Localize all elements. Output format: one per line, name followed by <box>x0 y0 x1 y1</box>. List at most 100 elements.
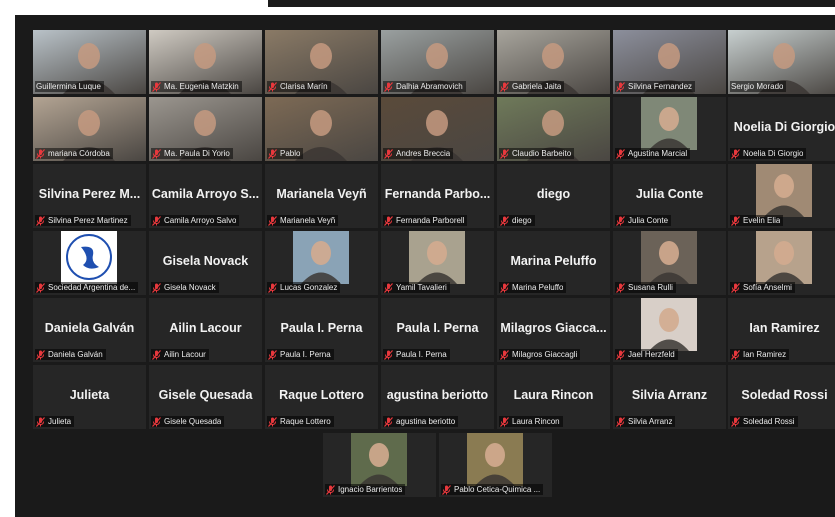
participant-tile[interactable]: Fernanda Parbo... Fernanda Parborell <box>381 164 494 228</box>
participant-tile[interactable]: Clarisa Marín <box>265 30 378 94</box>
participant-name: Sofía Anselmi <box>743 283 792 292</box>
participant-tile[interactable]: Marianela Veyñ Marianela Veyñ <box>265 164 378 228</box>
participant-tile[interactable]: Sergio Morado <box>728 30 835 94</box>
participant-tile[interactable]: Susana Rulli <box>613 231 726 295</box>
participant-name: Julia Conte <box>628 216 669 225</box>
participant-name: Susana Rulli <box>628 283 673 292</box>
participant-name-label: Milagros Giaccagli <box>499 349 581 360</box>
microphone-muted-icon <box>384 416 393 427</box>
participant-tile[interactable]: mariana Córdoba <box>33 97 146 161</box>
participant-name-label: Jael Herzfeld <box>615 349 678 360</box>
microphone-muted-icon <box>616 215 625 226</box>
participant-name: Gabriela Jaita <box>512 82 562 91</box>
participant-name: Silvina Fernandez <box>628 82 693 91</box>
participant-tile[interactable]: Gabriela Jaita <box>497 30 610 94</box>
participant-name: Marina Peluffo <box>512 283 564 292</box>
participant-display-name: Silvia Arranz <box>631 388 708 402</box>
participant-name: Paula I. Perna <box>280 350 331 359</box>
participant-name: Claudio Barbeito <box>512 149 572 158</box>
participant-name: Fernanda Parborell <box>396 216 465 225</box>
participant-tile[interactable]: Ma. Paula Di Yorio <box>149 97 262 161</box>
profile-picture <box>641 97 697 150</box>
participant-display-name: diego <box>536 187 571 201</box>
microphone-muted-icon <box>616 81 625 92</box>
participant-tile[interactable]: Claudio Barbeito <box>497 97 610 161</box>
participant-tile[interactable]: Silvia Arranz Silvia Arranz <box>613 365 726 429</box>
participant-name: Julieta <box>48 417 72 426</box>
participant-name: Lucas Gonzalez <box>280 283 338 292</box>
participant-tile[interactable]: Laura Rincon Laura Rincon <box>497 365 610 429</box>
participant-tile[interactable]: diego diego <box>497 164 610 228</box>
participant-tile[interactable]: Silvina Perez M... Silvina Perez Martinez <box>33 164 146 228</box>
microphone-muted-icon <box>268 349 277 360</box>
participant-tile[interactable]: agustina beriotto agustina beriotto <box>381 365 494 429</box>
participant-tile[interactable]: Lucas Gonzalez <box>265 231 378 295</box>
microphone-muted-icon <box>384 148 393 159</box>
microphone-muted-icon <box>326 484 335 495</box>
participant-tile[interactable]: Paula I. Perna Paula I. Perna <box>265 298 378 362</box>
participant-tile[interactable]: Ignacio Barrientos <box>323 433 436 497</box>
participant-name: Paula I. Perna <box>396 350 447 359</box>
microphone-muted-icon <box>500 349 509 360</box>
previous-window-strip <box>268 0 835 7</box>
participant-tile[interactable]: Sofía Anselmi <box>728 231 835 295</box>
participant-tile[interactable]: Gisele Quesada Gisele Quesada <box>149 365 262 429</box>
participant-tile[interactable]: Julia Conte Julia Conte <box>613 164 726 228</box>
participant-name-label: Soledad Rossi <box>730 416 798 427</box>
participant-name: Ian Ramirez <box>743 350 787 359</box>
microphone-muted-icon <box>384 282 393 293</box>
participant-name-label: Camila Arroyo Salvo <box>151 215 240 226</box>
participant-name: Raque Lottero <box>280 417 331 426</box>
participant-name: agustina beriotto <box>396 417 456 426</box>
participant-name-label: Fernanda Parborell <box>383 215 468 226</box>
participant-name: Soledad Rossi <box>743 417 795 426</box>
participant-tile[interactable]: Evelin Elia <box>728 164 835 228</box>
participant-tile[interactable]: Pablo Cetica-Quimica ... <box>439 433 552 497</box>
participant-name-label: Dalhia Abramovich <box>383 81 466 92</box>
participant-tile[interactable]: Dalhia Abramovich <box>381 30 494 94</box>
participant-tile[interactable]: Andres Breccia <box>381 97 494 161</box>
participant-tile[interactable]: Yamil Tavalieri <box>381 231 494 295</box>
participant-name-label: mariana Córdoba <box>35 148 113 159</box>
participant-display-name: agustina beriotto <box>386 388 489 402</box>
microphone-muted-icon <box>731 215 740 226</box>
microphone-muted-icon <box>152 215 161 226</box>
participant-tile[interactable]: Ian Ramirez Ian Ramirez <box>728 298 835 362</box>
participant-display-name: Ian Ramirez <box>749 321 820 335</box>
microphone-muted-icon <box>731 282 740 293</box>
participant-tile[interactable]: Soledad Rossi Soledad Rossi <box>728 365 835 429</box>
participant-tile[interactable]: Silvina Fernandez <box>613 30 726 94</box>
microphone-muted-icon <box>152 148 161 159</box>
participant-tile[interactable]: Daniela Galván Daniela Galván <box>33 298 146 362</box>
microphone-muted-icon <box>36 416 45 427</box>
microphone-muted-icon <box>500 215 509 226</box>
participant-tile[interactable]: Noelia Di Giorgio Noelia Di Giorgio <box>728 97 835 161</box>
organization-logo <box>61 231 117 284</box>
participant-name-label: Julia Conte <box>615 215 672 226</box>
participant-tile[interactable]: Agustina Marcial <box>613 97 726 161</box>
participant-name: Laura Rincon <box>512 417 560 426</box>
participant-display-name: Gisela Novack <box>162 254 249 268</box>
participant-tile[interactable]: Marina Peluffo Marina Peluffo <box>497 231 610 295</box>
microphone-muted-icon <box>731 148 740 159</box>
participant-tile[interactable]: Ailin Lacour Ailin Lacour <box>149 298 262 362</box>
participant-tile[interactable]: Sociedad Argentina de... <box>33 231 146 295</box>
participant-tile[interactable]: Julieta Julieta <box>33 365 146 429</box>
microphone-muted-icon <box>152 416 161 427</box>
participant-tile[interactable]: Guillermina Luque <box>33 30 146 94</box>
participant-tile[interactable]: Milagros Giacca... Milagros Giaccagli <box>497 298 610 362</box>
participant-tile[interactable]: Gisela Novack Gisela Novack <box>149 231 262 295</box>
participant-name-label: Sergio Morado <box>730 81 787 92</box>
participant-name-label: Silvina Fernandez <box>615 81 696 92</box>
participant-display-name: Ailin Lacour <box>169 321 242 335</box>
participant-tile[interactable]: Camila Arroyo S... Camila Arroyo Salvo <box>149 164 262 228</box>
participant-tile[interactable]: Pablo <box>265 97 378 161</box>
microphone-muted-icon <box>152 349 161 360</box>
participant-tile[interactable]: Jael Herzfeld <box>613 298 726 362</box>
participant-tile[interactable]: Raque Lottero Raque Lottero <box>265 365 378 429</box>
participant-tile[interactable]: Paula I. Perna Paula I. Perna <box>381 298 494 362</box>
participant-tile[interactable]: Ma. Eugenia Matzkin <box>149 30 262 94</box>
microphone-muted-icon <box>442 484 451 495</box>
participant-name-label: Julieta <box>35 416 75 427</box>
microphone-muted-icon <box>616 416 625 427</box>
